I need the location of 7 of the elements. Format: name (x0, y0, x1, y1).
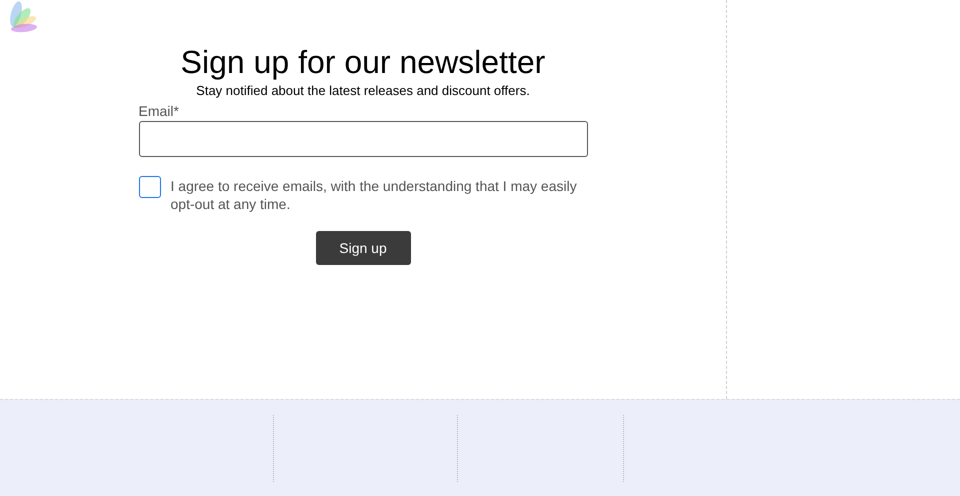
consent-checkbox[interactable] (138, 176, 160, 198)
email-field[interactable] (138, 121, 588, 157)
newsletter-heading: Sign up for our newsletter (180, 44, 546, 80)
newsletter-subtitle: Stay notified about the latest releases and discount offers. (195, 83, 531, 99)
email-label: Email* (138, 103, 179, 119)
consent-text: I agree to receive emails, with the understanding that I may easily opt-out at any time. (170, 177, 578, 213)
sign-up-button[interactable]: Sign up (316, 231, 410, 265)
